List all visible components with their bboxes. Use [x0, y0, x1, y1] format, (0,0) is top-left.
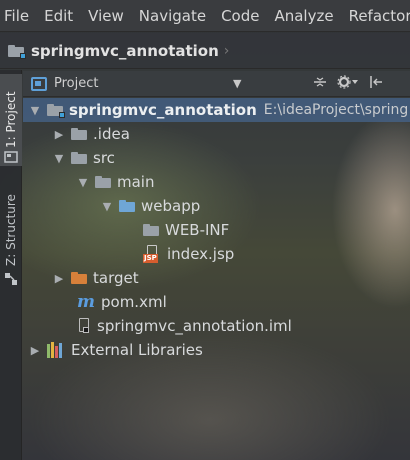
folder-icon — [143, 224, 159, 236]
expanded-arrow-icon[interactable]: ▼ — [29, 104, 41, 117]
tab-project-label: 1: Project — [4, 91, 18, 149]
menu-refactor[interactable]: Refactor — [349, 7, 410, 25]
expanded-arrow-icon[interactable]: ▼ — [77, 176, 89, 189]
menu-navigate[interactable]: Navigate — [139, 7, 206, 25]
collapsed-arrow-icon[interactable]: ▶ — [53, 272, 65, 285]
tree-node-webinf[interactable]: WEB-INF — [23, 218, 410, 242]
tree-node-webapp[interactable]: ▼ webapp — [23, 194, 410, 218]
tree-label-pom: pom.xml — [101, 293, 167, 311]
collapsed-arrow-icon[interactable]: ▶ — [29, 344, 41, 357]
menu-bar: File Edit View Navigate Code Analyze Ref… — [0, 0, 410, 32]
libraries-icon — [47, 342, 65, 358]
hide-icon[interactable] — [369, 75, 383, 89]
expanded-arrow-icon[interactable]: ▼ — [53, 152, 65, 165]
tree-label-indexjsp: index.jsp — [167, 245, 235, 263]
tree-label-webinf: WEB-INF — [165, 221, 230, 239]
maven-icon: m — [77, 292, 95, 312]
breadcrumb: springmvc_annotation › — [0, 33, 410, 69]
tree-path-root: E:\ideaProject\spring — [263, 102, 409, 118]
project-panel-header: Project ▼ — [23, 71, 410, 97]
module-folder-icon — [47, 104, 65, 118]
tree-label-webapp: webapp — [141, 197, 201, 215]
breadcrumb-project[interactable]: springmvc_annotation — [31, 42, 219, 60]
tree-label-external-libraries: External Libraries — [71, 341, 203, 359]
gear-icon[interactable] — [337, 75, 359, 89]
menu-code[interactable]: Code — [221, 7, 259, 25]
folder-icon — [71, 128, 87, 140]
excluded-folder-icon — [71, 272, 87, 284]
folder-icon — [71, 152, 87, 164]
menu-view[interactable]: View — [88, 7, 124, 25]
project-view-icon — [31, 76, 47, 91]
folder-icon — [95, 176, 111, 188]
tree-label-target: target — [93, 269, 139, 287]
tree-label-main: main — [117, 173, 155, 191]
tab-structure[interactable]: Z: Structure — [0, 185, 22, 275]
project-view-title[interactable]: Project — [54, 76, 98, 91]
menu-file[interactable]: File — [4, 7, 29, 25]
tree-node-pom[interactable]: m pom.xml — [23, 290, 410, 314]
tool-window-strip: 1: Project Z: Structure — [0, 70, 22, 460]
expanded-arrow-icon[interactable]: ▼ — [101, 200, 113, 213]
tree-label-iml: springmvc_annotation.iml — [97, 317, 292, 335]
tree-node-idea[interactable]: ▶ .idea — [23, 122, 410, 146]
tree-node-root[interactable]: ▼ springmvc_annotation E:\ideaProject\sp… — [23, 98, 410, 122]
collapse-all-icon[interactable] — [313, 75, 327, 89]
menu-analyze[interactable]: Analyze — [274, 7, 333, 25]
view-dropdown-icon[interactable]: ▼ — [233, 77, 241, 90]
project-tab-icon — [4, 151, 18, 163]
tree-node-src[interactable]: ▼ src — [23, 146, 410, 170]
tree-label-idea: .idea — [93, 125, 130, 143]
tree-node-iml[interactable]: springmvc_annotation.iml — [23, 314, 410, 338]
iml-file-icon — [77, 317, 91, 335]
tree-node-main[interactable]: ▼ main — [23, 170, 410, 194]
panel-toolbar — [313, 75, 383, 89]
tab-structure-label: Z: Structure — [4, 194, 18, 266]
tree-label-src: src — [93, 149, 115, 167]
tree-label-root: springmvc_annotation — [69, 101, 257, 119]
menu-edit[interactable]: Edit — [44, 7, 73, 25]
tree-node-external-libraries[interactable]: ▶ External Libraries — [23, 338, 410, 362]
tree-node-target[interactable]: ▶ target — [23, 266, 410, 290]
module-folder-icon — [8, 44, 26, 59]
breadcrumb-separator: › — [223, 42, 230, 59]
project-tree: ▼ springmvc_annotation E:\ideaProject\sp… — [23, 98, 410, 362]
tree-node-indexjsp[interactable]: JSP index.jsp — [23, 242, 410, 266]
jsp-file-icon: JSP — [143, 245, 161, 263]
collapsed-arrow-icon[interactable]: ▶ — [53, 128, 65, 141]
structure-tab-icon — [5, 273, 17, 285]
web-folder-icon — [119, 200, 135, 212]
